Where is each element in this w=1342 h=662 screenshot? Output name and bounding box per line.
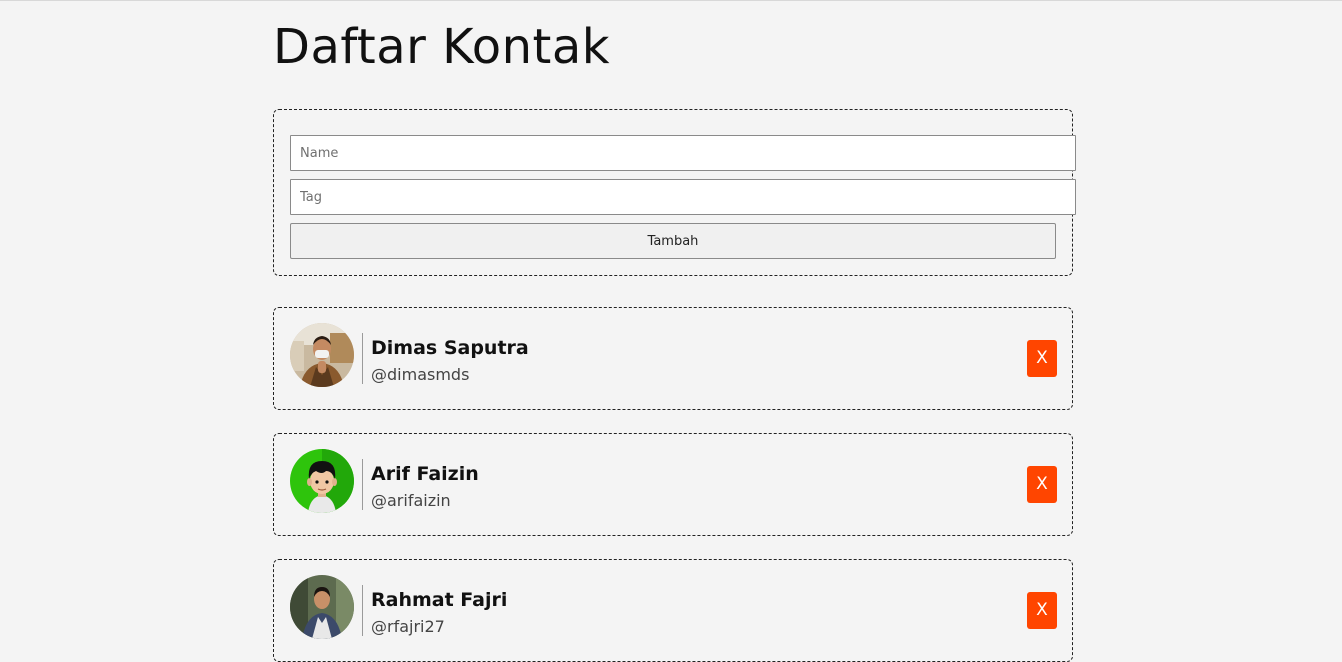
contact-avatar [290, 323, 354, 387]
contact-tag: @dimasmds [371, 365, 470, 384]
contact-card: Arif Faizin @arifaizin X [273, 433, 1073, 536]
contact-divider [362, 333, 363, 384]
name-input[interactable] [290, 135, 1076, 171]
contact-avatar [290, 575, 354, 639]
remove-contact-button[interactable]: X [1027, 592, 1057, 629]
contact-name: Dimas Saputra [371, 337, 529, 359]
contact-name: Rahmat Fajri [371, 589, 508, 611]
contact-card: Dimas Saputra @dimasmds X [273, 307, 1073, 410]
add-contact-form: Tambah [273, 109, 1076, 276]
remove-contact-button[interactable]: X [1027, 340, 1057, 377]
contact-avatar [290, 449, 354, 513]
person-photo-icon [290, 323, 354, 387]
cartoon-person-icon [290, 449, 354, 513]
add-contact-button[interactable]: Tambah [290, 223, 1056, 259]
contact-divider [362, 459, 363, 510]
person-photo-icon [290, 575, 354, 639]
contact-name: Arif Faizin [371, 463, 479, 485]
contact-divider [362, 585, 363, 636]
page-title: Daftar Kontak [273, 19, 611, 75]
contact-card: Rahmat Fajri @rfajri27 X [273, 559, 1073, 662]
tag-input[interactable] [290, 179, 1076, 215]
contact-tag: @arifaizin [371, 491, 451, 510]
remove-contact-button[interactable]: X [1027, 466, 1057, 503]
